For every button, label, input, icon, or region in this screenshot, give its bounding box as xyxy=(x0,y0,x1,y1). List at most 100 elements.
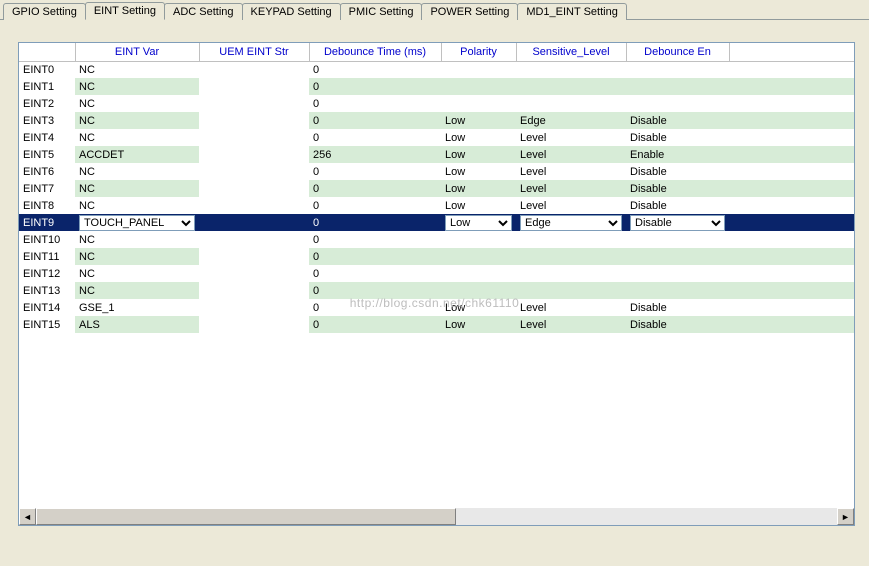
cell-sensitive-level[interactable]: Edge xyxy=(516,112,626,129)
cell-polarity[interactable]: Low xyxy=(441,146,516,163)
cell-eint-id[interactable]: EINT13 xyxy=(19,282,75,299)
cell-eint-id[interactable]: EINT5 xyxy=(19,146,75,163)
cell-uem-str[interactable] xyxy=(199,248,309,265)
cell-eint-id[interactable]: EINT3 xyxy=(19,112,75,129)
cell-debounce-time[interactable]: 0 xyxy=(309,231,441,248)
cell-polarity[interactable]: Low xyxy=(441,112,516,129)
cell-extra[interactable] xyxy=(729,231,854,248)
table-row[interactable]: EINT1NC0 xyxy=(19,78,854,95)
tab-adc-setting[interactable]: ADC Setting xyxy=(164,3,243,20)
cell-eint-var[interactable]: NC xyxy=(75,61,199,78)
col-header-pol[interactable]: Polarity xyxy=(441,43,516,61)
cell-debounce-time[interactable]: 256 xyxy=(309,146,441,163)
cell-debounce-en[interactable]: Disable xyxy=(626,197,729,214)
cell-debounce-time[interactable]: 0 xyxy=(309,282,441,299)
cell-polarity-dropdown[interactable]: Low xyxy=(445,215,512,231)
cell-eint-id[interactable]: EINT6 xyxy=(19,163,75,180)
cell-sensitive-level[interactable]: Level xyxy=(516,129,626,146)
cell-eint-id[interactable]: EINT0 xyxy=(19,61,75,78)
table-row[interactable]: EINT3NC0LowEdgeDisable xyxy=(19,112,854,129)
scrollbar-track[interactable] xyxy=(36,508,837,525)
cell-extra[interactable] xyxy=(729,78,854,95)
cell-extra[interactable] xyxy=(729,112,854,129)
cell-debounce-time[interactable]: 0 xyxy=(309,112,441,129)
cell-extra[interactable] xyxy=(729,299,854,316)
cell-debounce-time[interactable]: 0 xyxy=(309,214,441,231)
cell-polarity[interactable] xyxy=(441,78,516,95)
cell-debounce-en[interactable]: Disable xyxy=(626,299,729,316)
cell-uem-str[interactable] xyxy=(199,282,309,299)
cell-debounce-time[interactable]: 0 xyxy=(309,248,441,265)
cell-debounce-en[interactable] xyxy=(626,61,729,78)
cell-eint-var[interactable]: GSE_1 xyxy=(75,299,199,316)
tab-eint-setting[interactable]: EINT Setting xyxy=(85,2,165,20)
cell-eint-id[interactable]: EINT11 xyxy=(19,248,75,265)
table-row[interactable]: EINT15ALS 0LowLevelDisable xyxy=(19,316,854,333)
cell-extra[interactable] xyxy=(729,214,854,231)
cell-sensitive-level[interactable] xyxy=(516,248,626,265)
cell-eint-id[interactable]: EINT12 xyxy=(19,265,75,282)
tab-pmic-setting[interactable]: PMIC Setting xyxy=(340,3,423,20)
cell-polarity[interactable]: Low xyxy=(441,163,516,180)
cell-uem-str[interactable] xyxy=(199,95,309,112)
cell-eint-id[interactable]: EINT10 xyxy=(19,231,75,248)
cell-debounce-en[interactable] xyxy=(626,95,729,112)
cell-debounce-en[interactable] xyxy=(626,282,729,299)
cell-sensitive-level[interactable]: Edge xyxy=(516,214,626,231)
cell-polarity[interactable] xyxy=(441,61,516,78)
cell-eint-var[interactable]: ALS xyxy=(75,316,199,333)
cell-polarity[interactable] xyxy=(441,95,516,112)
cell-debounce-en[interactable]: Enable xyxy=(626,146,729,163)
cell-uem-str[interactable] xyxy=(199,214,309,231)
cell-extra[interactable] xyxy=(729,180,854,197)
cell-sensitive-level[interactable]: Level xyxy=(516,299,626,316)
cell-polarity[interactable] xyxy=(441,248,516,265)
cell-debounce-en-dropdown[interactable]: Disable xyxy=(630,215,725,231)
cell-eint-var[interactable]: NC xyxy=(75,282,199,299)
cell-extra[interactable] xyxy=(729,282,854,299)
cell-uem-str[interactable] xyxy=(199,129,309,146)
cell-debounce-en[interactable]: Disable xyxy=(626,316,729,333)
cell-polarity[interactable]: Low xyxy=(441,197,516,214)
table-row[interactable]: EINT8NC0LowLevelDisable xyxy=(19,197,854,214)
tab-md1-eint-setting[interactable]: MD1_EINT Setting xyxy=(517,3,627,20)
table-row[interactable]: EINT6NC0LowLevelDisable xyxy=(19,163,854,180)
cell-debounce-time[interactable]: 0 xyxy=(309,265,441,282)
cell-debounce-en[interactable]: Disable xyxy=(626,129,729,146)
cell-uem-str[interactable] xyxy=(199,112,309,129)
cell-debounce-en[interactable]: Disable xyxy=(626,163,729,180)
table-row[interactable]: EINT7NC0LowLevelDisable xyxy=(19,180,854,197)
cell-extra[interactable] xyxy=(729,197,854,214)
cell-uem-str[interactable] xyxy=(199,61,309,78)
cell-sensitive-level[interactable] xyxy=(516,231,626,248)
cell-polarity[interactable]: Low xyxy=(441,299,516,316)
cell-extra[interactable] xyxy=(729,265,854,282)
cell-eint-var[interactable]: NC xyxy=(75,248,199,265)
cell-sensitive-level[interactable]: Level xyxy=(516,316,626,333)
cell-extra[interactable] xyxy=(729,95,854,112)
cell-uem-str[interactable] xyxy=(199,180,309,197)
cell-eint-var[interactable]: NC xyxy=(75,163,199,180)
cell-polarity[interactable] xyxy=(441,265,516,282)
cell-extra[interactable] xyxy=(729,146,854,163)
cell-debounce-time[interactable]: 0 xyxy=(309,197,441,214)
cell-eint-var[interactable]: NC xyxy=(75,112,199,129)
cell-uem-str[interactable] xyxy=(199,316,309,333)
cell-uem-str[interactable] xyxy=(199,265,309,282)
cell-sensitive-level[interactable] xyxy=(516,78,626,95)
cell-extra[interactable] xyxy=(729,129,854,146)
cell-debounce-time[interactable]: 0 xyxy=(309,316,441,333)
table-row[interactable]: EINT5ACCDET256LowLevelEnable xyxy=(19,146,854,163)
cell-debounce-time[interactable]: 0 xyxy=(309,129,441,146)
cell-sensitive-level[interactable] xyxy=(516,95,626,112)
cell-polarity[interactable]: Low xyxy=(441,316,516,333)
cell-uem-str[interactable] xyxy=(199,163,309,180)
cell-debounce-time[interactable]: 0 xyxy=(309,61,441,78)
cell-debounce-en[interactable]: Disable xyxy=(626,214,729,231)
cell-eint-id[interactable]: EINT15 xyxy=(19,316,75,333)
table-row[interactable]: EINT0NC 0 xyxy=(19,61,854,78)
cell-extra[interactable] xyxy=(729,248,854,265)
col-header-var[interactable]: EINT Var xyxy=(75,43,199,61)
cell-extra[interactable] xyxy=(729,163,854,180)
cell-sensitive-level[interactable] xyxy=(516,282,626,299)
